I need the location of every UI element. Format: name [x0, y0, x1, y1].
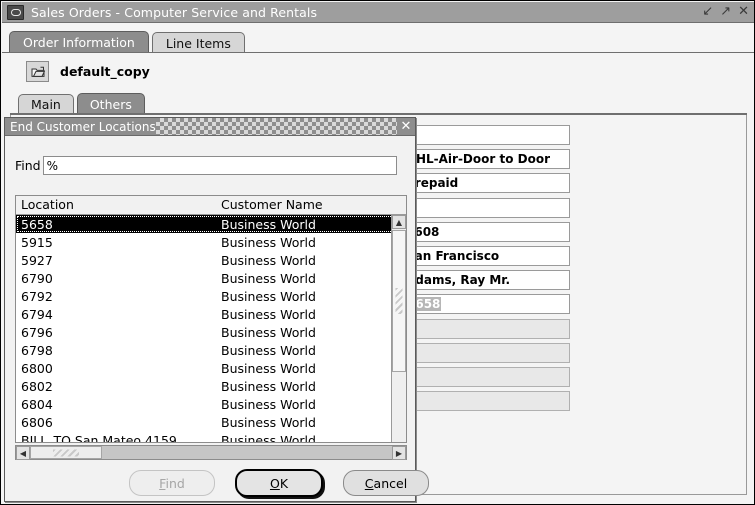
cell-location: 5915	[21, 234, 53, 250]
end-customer-locations-dialog: End Customer Locations ✕ Find % Location…	[4, 117, 429, 502]
open-folder-icon[interactable]	[26, 61, 49, 82]
dialog-title: End Customer Locations	[5, 119, 156, 134]
vertical-scroll-thumb[interactable]	[392, 230, 406, 372]
cell-customer-name: Business World	[221, 432, 316, 443]
field-input[interactable]: Adams, Ray Mr.	[402, 270, 570, 291]
field-input[interactable]	[402, 197, 570, 218]
field-input	[402, 391, 570, 412]
list-header: Location Customer Name	[16, 196, 406, 215]
hscroll-thumb-grip	[53, 449, 79, 456]
cell-customer-name: Business World	[221, 414, 316, 430]
scroll-left-arrow-icon[interactable]: ◀	[16, 446, 30, 460]
cell-location: 6792	[21, 288, 53, 304]
cell-location: 6798	[21, 342, 53, 358]
find-button-label: Find	[159, 475, 185, 491]
cell-customer-name: Business World	[221, 288, 316, 304]
horizontal-scroll-thumb[interactable]	[30, 446, 102, 459]
field-input[interactable]: San Francisco	[402, 246, 570, 266]
cell-customer-name: Business World	[221, 306, 316, 322]
field-input[interactable]: Prepaid	[402, 173, 570, 194]
subtab-main[interactable]: Main	[18, 94, 74, 114]
cell-customer-name: Business World	[221, 396, 316, 412]
scroll-right-arrow-icon[interactable]: ▶	[392, 446, 406, 460]
table-row[interactable]: 5658 Business World	[16, 215, 406, 233]
window-title: Sales Orders - Computer Service and Rent…	[31, 4, 318, 20]
ok-button-label: OK	[269, 475, 289, 491]
cell-location: 6802	[21, 378, 53, 394]
table-row[interactable]: 6798 Business World	[16, 341, 406, 359]
cell-customer-name: Business World	[221, 324, 316, 340]
cell-location: 6794	[21, 306, 53, 322]
cell-customer-name: Business World	[221, 234, 316, 250]
dialog-title-bar: End Customer Locations ✕	[5, 118, 415, 136]
window-controls: ↙ ↗ ✕	[702, 4, 749, 20]
field-input[interactable]: 5658	[402, 294, 570, 315]
subtab-bar: Main Others	[18, 93, 145, 114]
table-row[interactable]: 6796 Business World	[16, 323, 406, 341]
cell-location: 6804	[21, 396, 53, 412]
cell-customer-name: Business World	[221, 360, 316, 376]
locations-list: Location Customer Name 5658 Business Worl…	[15, 195, 407, 443]
cancel-button-label: Cancel	[364, 475, 408, 491]
cancel-button[interactable]: Cancel	[343, 470, 429, 496]
window-title-bar: Sales Orders - Computer Service and Rent…	[2, 2, 754, 23]
column-header-location[interactable]: Location	[16, 196, 216, 214]
table-row[interactable]: 6800 Business World	[16, 359, 406, 377]
table-row[interactable]: 6792 Business World	[16, 287, 406, 305]
cell-location: 5658	[21, 216, 53, 232]
table-row[interactable]: 5915 Business World	[16, 233, 406, 251]
field-input	[402, 367, 570, 387]
table-row[interactable]: 6804 Business World	[16, 395, 406, 413]
cell-customer-name: Business World	[221, 252, 316, 268]
scroll-thumb-grip	[395, 288, 403, 314]
dialog-titlebar-pattern	[155, 118, 397, 135]
table-row[interactable]: 6790 Business World	[16, 269, 406, 287]
maximize-button[interactable]: ↗	[720, 4, 731, 20]
table-row[interactable]: 6794 Business World	[16, 305, 406, 323]
close-button[interactable]: ✕	[738, 4, 749, 20]
cell-location: 6796	[21, 324, 53, 340]
cell-customer-name: Business World	[221, 378, 316, 394]
ok-button[interactable]: OK	[235, 469, 323, 497]
table-row[interactable]: 6806 Business World	[16, 413, 406, 431]
subtab-others[interactable]: Others	[76, 93, 145, 114]
find-button[interactable]: Find	[129, 470, 215, 496]
field-input[interactable]: DHL-Air-Door to Door	[402, 149, 570, 170]
field-input	[402, 318, 570, 339]
document-header: default_copy	[26, 61, 150, 82]
dialog-button-bar: Find OK Cancel	[5, 469, 429, 497]
cell-location: 6790	[21, 270, 53, 286]
restore-button[interactable]: ↙	[702, 4, 713, 20]
field-input	[402, 342, 570, 363]
dialog-close-icon[interactable]: ✕	[397, 118, 415, 135]
list-body[interactable]: 5658 Business World 5915 Business World 5927…	[16, 215, 406, 442]
tab-bar: Order Information Line Items	[9, 31, 245, 53]
cell-customer-name: Business World	[221, 342, 316, 358]
scroll-up-arrow-icon[interactable]: ▲	[392, 215, 406, 229]
application-window: Sales Orders - Computer Service and Rent…	[0, 0, 755, 505]
find-row: Find %	[15, 156, 397, 175]
cell-customer-name: Business World	[221, 216, 316, 232]
cell-location: 6800	[21, 360, 53, 376]
list-horizontal-scrollbar[interactable]: ◀ ▶	[15, 445, 407, 460]
cell-customer-name: Business World	[221, 270, 316, 286]
column-header-customer-name[interactable]: Customer Name	[216, 196, 406, 214]
cell-location: 6806	[21, 414, 53, 430]
table-row[interactable]: 6802 Business World	[16, 377, 406, 395]
field-input[interactable]	[402, 125, 570, 145]
document-name: default_copy	[60, 64, 150, 79]
cell-location: 5927	[21, 252, 53, 268]
list-vertical-scrollbar[interactable]: ▲ ▼	[391, 215, 406, 442]
cell-location: BILL_TO San Mateo 4159	[21, 432, 177, 443]
find-input[interactable]: %	[42, 156, 397, 175]
field-input[interactable]: 1608	[402, 221, 570, 242]
table-row[interactable]: BILL_TO San Mateo 4159 Business World	[16, 431, 406, 443]
tab-order-information[interactable]: Order Information	[9, 31, 149, 53]
find-label: Find	[15, 158, 41, 173]
table-row[interactable]: 5927 Business World	[16, 251, 406, 269]
window-menu-icon[interactable]	[7, 4, 24, 20]
tab-line-items[interactable]: Line Items	[151, 32, 245, 53]
